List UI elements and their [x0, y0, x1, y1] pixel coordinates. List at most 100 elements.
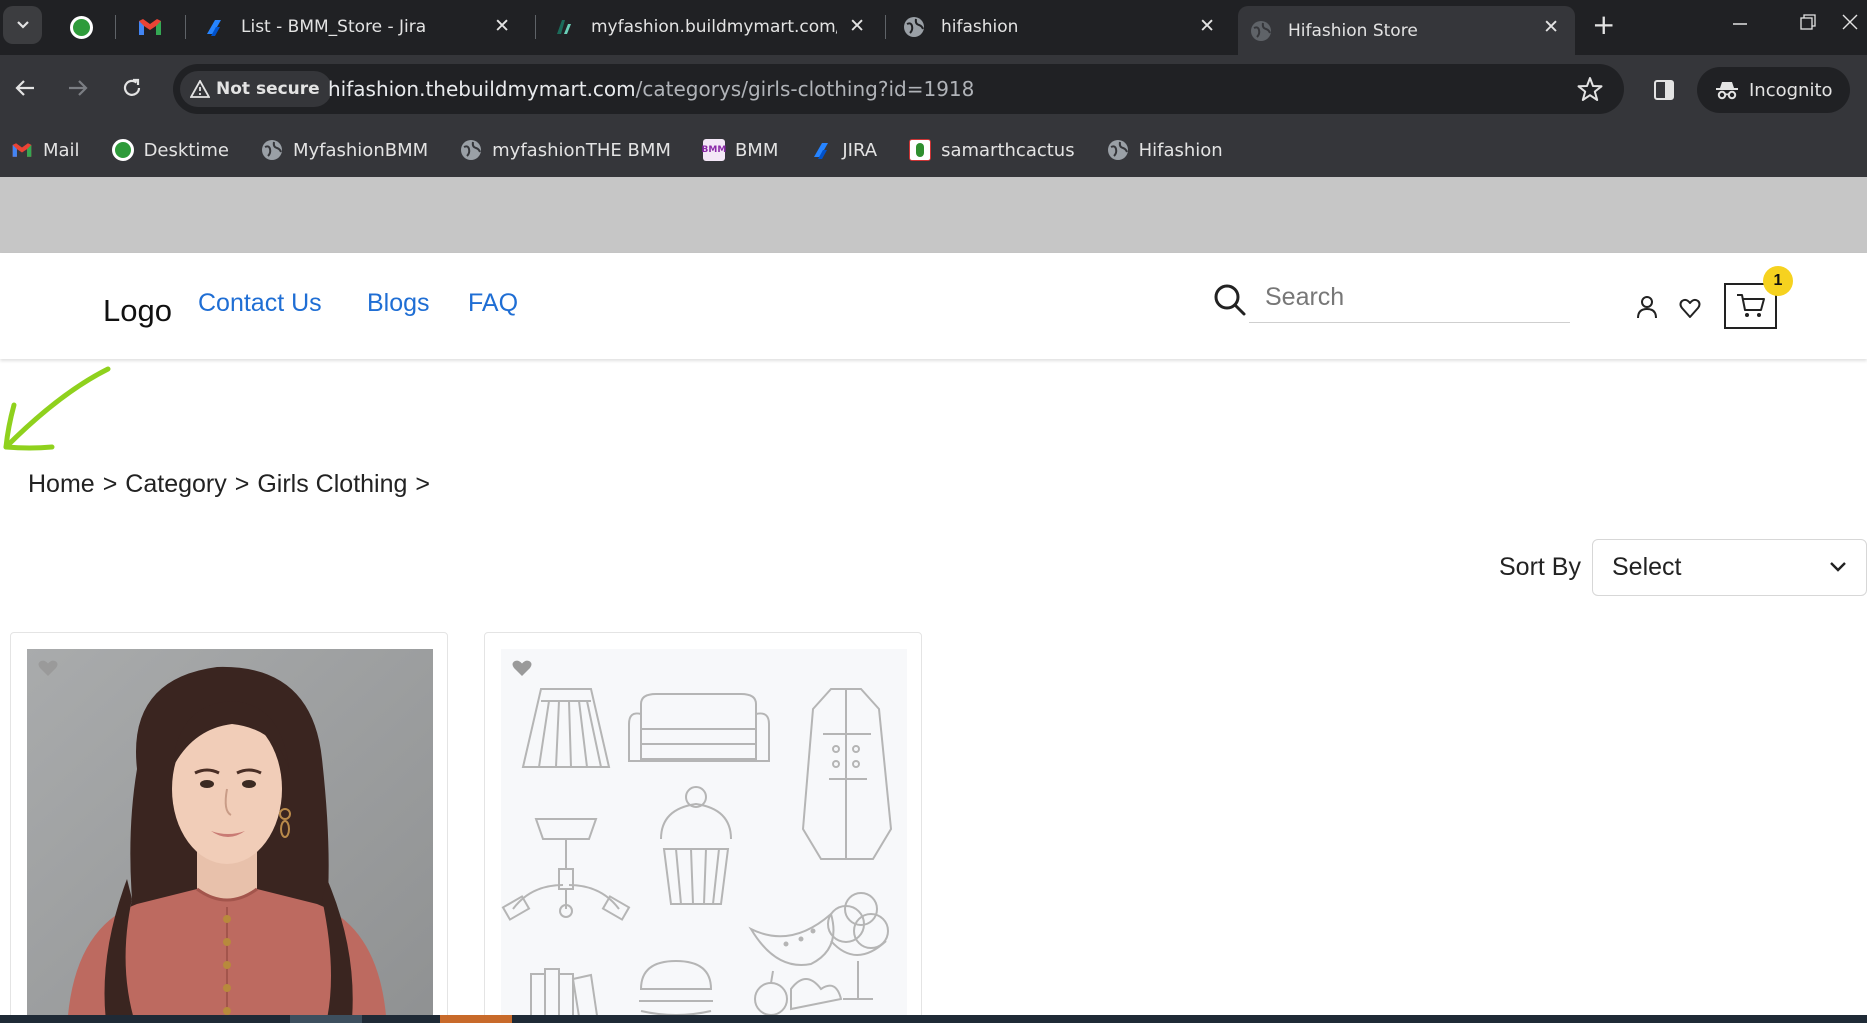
bookmark-myfashionbmm[interactable]: MyfashionBMM [261, 139, 428, 161]
tab-search-button[interactable] [3, 6, 42, 44]
sort-by-label: Sort By [1499, 553, 1581, 581]
tab-desktime[interactable] [60, 6, 105, 48]
incognito-icon [1716, 82, 1738, 100]
new-tab-button[interactable]: + [1592, 10, 1615, 40]
tab-hifashion-store[interactable]: Hifashion Store ✕ [1238, 6, 1575, 55]
profile-label: Incognito [1749, 79, 1833, 101]
globe-icon [461, 140, 482, 160]
nav-faq[interactable]: FAQ [468, 289, 518, 318]
top-announcement-bar [0, 177, 1867, 253]
search-input[interactable] [1249, 273, 1570, 323]
url-path: /categorys/girls-clothing?id=1918 [635, 77, 975, 101]
tab-label: myfashion.buildmymart.com/c [591, 17, 837, 37]
page-icon [557, 20, 571, 34]
close-icon[interactable]: ✕ [1543, 16, 1559, 38]
cart-count-badge: 1 [1763, 266, 1793, 296]
close-icon[interactable]: ✕ [1199, 15, 1215, 37]
breadcrumb: Home > Category > Girls Clothing > [28, 470, 430, 499]
bookmark-myfashion-the-bmm[interactable]: myfashionTHE BMM [460, 139, 671, 161]
bookmark-label: JIRA [842, 139, 878, 161]
bookmark-label: Mail [43, 139, 80, 161]
breadcrumb-separator: > [234, 470, 250, 498]
user-icon[interactable] [1636, 295, 1658, 319]
close-icon[interactable]: ✕ [849, 15, 865, 37]
address-bar[interactable]: Not secure hifashion.thebuildmymart.com/… [173, 64, 1624, 114]
sort-selected-value: Select [1612, 553, 1682, 581]
security-label: Not secure [216, 79, 320, 99]
back-arrow-icon [15, 80, 34, 96]
warning-icon [190, 80, 210, 98]
breadcrumb-separator: > [102, 470, 118, 498]
tab-myfashion[interactable]: myfashion.buildmymart.com/c ✕ [545, 6, 875, 48]
add-to-wishlist-heart-icon[interactable] [512, 659, 532, 677]
reload-icon [123, 78, 141, 96]
bookmark-jira[interactable]: JIRA [810, 139, 877, 161]
site-header: Logo Contact Us Blogs FAQ 1 [0, 253, 1867, 359]
breadcrumb-separator: > [415, 470, 431, 498]
bookmark-label: Hifashion [1138, 139, 1223, 161]
gmail-icon [12, 143, 32, 157]
cart-icon [1736, 294, 1765, 317]
nav-blogs[interactable]: Blogs [367, 289, 430, 318]
bookmark-label: samarthcactus [941, 139, 1075, 161]
taskbar-strip [0, 1015, 1867, 1023]
globe-icon [904, 17, 924, 37]
restore-icon[interactable] [1800, 14, 1816, 30]
security-chip[interactable]: Not secure [180, 71, 332, 107]
chevron-down-icon [16, 21, 29, 29]
nav-contact-us[interactable]: Contact Us [198, 289, 322, 318]
close-icon[interactable]: ✕ [494, 15, 510, 37]
product-image[interactable] [27, 649, 433, 1022]
tab-hifashion[interactable]: hifashion ✕ [895, 6, 1225, 48]
reload-button[interactable] [121, 77, 143, 99]
back-button[interactable] [14, 77, 36, 99]
annotation-arrow-icon [3, 366, 111, 451]
product-card[interactable] [10, 632, 448, 1023]
browser-toolbar: Not secure hifashion.thebuildmymart.com/… [0, 55, 1867, 178]
jira-icon [207, 20, 221, 36]
close-window-icon[interactable] [1842, 14, 1858, 30]
url-host: hifashion.thebuildmymart.com [328, 77, 636, 101]
sort-select[interactable]: Select [1592, 539, 1867, 596]
bmm-icon: BMM [702, 139, 726, 161]
bookmark-label: BMM [734, 139, 779, 161]
tab-label: Hifashion Store [1288, 20, 1418, 41]
globe-icon [1107, 140, 1128, 160]
tab-gmail[interactable] [125, 6, 170, 48]
search-icon[interactable] [1213, 283, 1247, 317]
bookmark-desktime[interactable]: Desktime [111, 139, 229, 161]
desktime-icon [111, 139, 134, 161]
breadcrumb-home[interactable]: Home [28, 470, 95, 499]
site-logo[interactable]: Logo [103, 293, 172, 329]
tab-label: List - BMM_Store - Jira [241, 17, 427, 37]
gmail-icon [139, 19, 161, 35]
bookmark-star-icon[interactable] [1577, 76, 1603, 102]
globe-icon [1251, 20, 1271, 41]
breadcrumb-girls-clothing[interactable]: Girls Clothing [257, 470, 407, 499]
forward-arrow-icon [69, 80, 88, 96]
bookmark-label: Desktime [143, 139, 229, 161]
tab-label: hifashion [941, 17, 1019, 37]
minimize-icon[interactable] [1732, 13, 1748, 29]
wishlist-heart-icon[interactable] [1679, 297, 1701, 319]
breadcrumb-category[interactable]: Category [125, 470, 226, 499]
bookmark-label: myfashionTHE BMM [492, 139, 671, 161]
product-card[interactable] [484, 632, 922, 1023]
browser-tab-strip: List - BMM_Store - Jira ✕ myfashion.buil… [0, 0, 1867, 55]
side-panel-icon[interactable] [1653, 79, 1675, 101]
tab-jira[interactable]: List - BMM_Store - Jira ✕ [195, 6, 520, 48]
url-text[interactable]: hifashion.thebuildmymart.com/categorys/g… [328, 77, 974, 101]
bookmark-hifashion[interactable]: Hifashion [1107, 139, 1223, 161]
cactus-icon [909, 139, 932, 161]
chevron-down-icon [1830, 562, 1846, 572]
forward-button[interactable] [67, 77, 89, 99]
bookmark-bmm[interactable]: BMM BMM [702, 139, 779, 161]
add-to-wishlist-heart-icon[interactable] [38, 659, 58, 677]
product-image-placeholder[interactable] [501, 649, 907, 1022]
bookmarks-bar: Mail Desktime MyfashionBMM myfashionTHE … [0, 130, 1244, 170]
jira-icon [814, 143, 829, 159]
bookmark-samarthcactus[interactable]: samarthcactus [909, 139, 1075, 161]
incognito-button[interactable]: Incognito [1697, 67, 1850, 113]
bookmark-mail[interactable]: Mail [11, 140, 80, 161]
globe-icon [261, 140, 282, 160]
